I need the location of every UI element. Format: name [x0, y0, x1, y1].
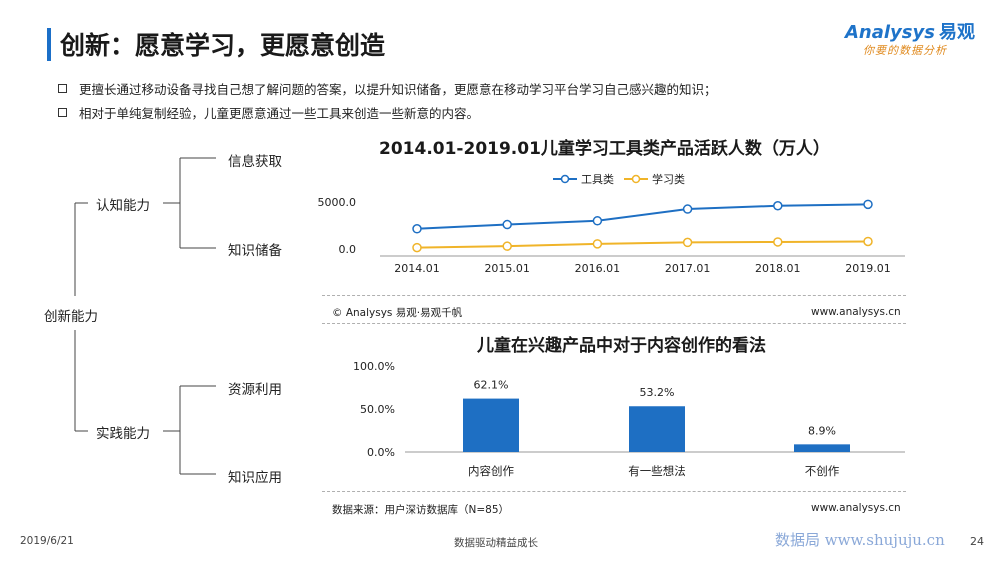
footer-date: 2019/6/21 — [20, 535, 74, 547]
bar-chart: 100.0% 50.0% 0.0% 62.1% 内容创作 53.2% 有一些想法 8.9% 不创… — [353, 360, 905, 478]
bar-value-label: 8.9% — [808, 424, 836, 437]
y-tick-label: 50.0% — [360, 403, 395, 416]
bar-value-label: 53.2% — [640, 386, 675, 399]
category-label: 内容创作 — [468, 464, 514, 478]
bar — [629, 406, 685, 452]
bar — [794, 444, 850, 452]
chart2-website: www.analysys.cn — [811, 502, 901, 514]
footer-slogan: 数据驱动精益成长 — [454, 537, 538, 549]
divider-line — [322, 491, 906, 492]
category-label: 有一些想法 — [628, 464, 686, 478]
y-tick-label: 100.0% — [353, 360, 395, 373]
bar — [463, 398, 519, 452]
footer-brand: 数据局 www.shujuju.cn — [775, 531, 945, 549]
page-number: 24 — [970, 535, 984, 548]
category-label: 不创作 — [805, 464, 840, 478]
chart2-source: 数据来源：用户深访数据库（N=85） — [332, 504, 510, 516]
y-tick-label: 0.0% — [367, 446, 395, 459]
bar-value-label: 62.1% — [474, 379, 509, 392]
